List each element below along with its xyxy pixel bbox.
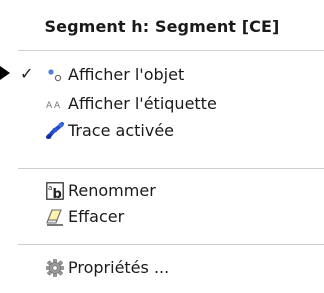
trace-icon <box>46 122 64 139</box>
menu-item-show-label[interactable]: A A Afficher l'étiquette <box>0 92 324 116</box>
menu-item-show-object[interactable]: ✓ Afficher l'objet <box>0 63 324 87</box>
menu-item-properties[interactable]: Propriétés ... <box>0 256 324 280</box>
gear-icon <box>46 259 64 277</box>
menu-item-label: Renommer <box>68 181 156 200</box>
svg-text:b: b <box>53 187 62 200</box>
menu-item-rename[interactable]: a b Renommer <box>0 179 324 203</box>
checkmark-icon: ✓ <box>20 64 34 83</box>
show-object-icon <box>48 69 62 82</box>
menu-separator <box>18 244 324 245</box>
menu-title: Segment h: Segment [CE] <box>44 17 280 36</box>
menu-item-label: Trace activée <box>68 121 175 140</box>
menu-item-label: Effacer <box>68 207 125 226</box>
menu-item-label: Afficher l'objet <box>68 65 185 84</box>
menu-item-delete[interactable]: Effacer <box>0 205 324 229</box>
menu-item-label: Propriétés ... <box>68 258 170 277</box>
svg-text:A: A <box>46 101 53 111</box>
context-menu: Segment h: Segment [CE] ✓ Afficher l'obj… <box>0 0 324 293</box>
eraser-icon <box>46 209 63 226</box>
menu-item-trace[interactable]: Trace activée <box>0 119 324 143</box>
menu-separator <box>18 168 324 169</box>
svg-text:A: A <box>54 101 61 111</box>
menu-item-label: Afficher l'étiquette <box>68 94 217 113</box>
rename-icon: a b <box>46 182 64 200</box>
show-label-icon: A A <box>46 101 61 111</box>
menu-separator <box>18 50 324 51</box>
